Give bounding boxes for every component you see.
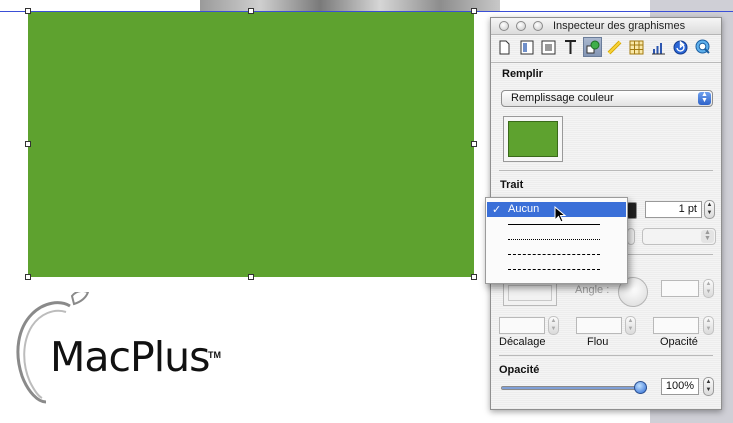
text-icon <box>565 40 576 54</box>
resize-handle-top-left[interactable] <box>25 8 31 14</box>
inspector-title: Inspecteur des graphismes <box>553 20 686 32</box>
fine-dash-line-icon <box>508 254 600 255</box>
toolbar-divider <box>491 62 721 63</box>
logo-trademark: TM <box>208 350 221 360</box>
inspector-titlebar[interactable]: Inspecteur des graphismes <box>491 18 721 35</box>
tool-text[interactable] <box>561 37 580 57</box>
resize-handle-bottom[interactable] <box>248 274 254 280</box>
logo-wordmark: MacPlus <box>50 333 211 381</box>
shadow-angle-stepper[interactable]: ▲ ▼ <box>703 279 714 298</box>
fill-color-well[interactable] <box>503 116 563 162</box>
tool-graphic[interactable] <box>583 37 602 57</box>
document-icon <box>499 40 510 54</box>
inspector-toolbar <box>495 37 719 59</box>
link-icon <box>673 40 688 54</box>
metrics-icon <box>607 40 622 54</box>
mouse-pointer-icon <box>554 206 567 223</box>
minimize-button[interactable] <box>516 21 526 31</box>
selected-rectangle-shape[interactable] <box>28 12 474 277</box>
select-arrows-icon: ▲ ▼ <box>698 91 711 105</box>
section-divider <box>499 355 713 356</box>
fill-section-label: Remplir <box>502 68 543 80</box>
stroke-endpoint-select-disabled: ▲ ▼ <box>642 228 716 245</box>
opacity-slider-fill <box>502 387 646 389</box>
menu-item-dotted-line[interactable] <box>487 232 626 247</box>
fill-type-select[interactable]: Remplissage couleur ▲ ▼ <box>501 90 713 107</box>
shadow-opacity-stepper[interactable]: ▲ ▼ <box>703 316 714 335</box>
menu-item-fine-dash-line[interactable] <box>487 247 626 262</box>
resize-handle-bottom-right[interactable] <box>471 274 477 280</box>
shadow-opacity-label: Opacité <box>660 336 698 348</box>
stroke-pattern-select-disabled <box>627 228 635 245</box>
tool-link[interactable] <box>671 37 690 57</box>
shadow-angle-label: Angle : <box>575 284 610 296</box>
wrap-icon <box>541 40 556 54</box>
tool-table[interactable] <box>627 37 646 57</box>
menu-item-none-label: Aucun <box>508 203 540 215</box>
tool-document[interactable] <box>495 37 514 57</box>
resize-handle-top[interactable] <box>248 8 254 14</box>
opacity-section-label: Opacité <box>499 364 540 376</box>
tool-chart[interactable] <box>649 37 668 57</box>
shadow-blur-field[interactable] <box>576 317 622 334</box>
dashed-line-icon <box>508 269 600 270</box>
table-icon <box>629 40 644 54</box>
shadow-offset-field[interactable] <box>499 317 545 334</box>
tool-wrap[interactable] <box>539 37 558 57</box>
resize-handle-right[interactable] <box>471 141 477 147</box>
resize-handle-bottom-left[interactable] <box>25 274 31 280</box>
dotted-line-icon <box>508 239 600 240</box>
stroke-width-stepper[interactable]: ▲ ▼ <box>704 200 715 219</box>
opacity-slider-thumb[interactable] <box>634 381 647 394</box>
tool-layout[interactable] <box>517 37 536 57</box>
checkmark-icon: ✓ <box>492 204 502 216</box>
resize-handle-top-right[interactable] <box>471 8 477 14</box>
resize-handle-left[interactable] <box>25 141 31 147</box>
zoom-button[interactable] <box>533 21 543 31</box>
fill-color-swatch <box>508 121 558 157</box>
opacity-value-field[interactable]: 100% <box>661 378 699 395</box>
opacity-slider-track[interactable] <box>501 386 647 390</box>
shadow-opacity-field[interactable] <box>653 317 699 334</box>
stroke-section-label: Trait <box>500 179 524 191</box>
quicktime-icon <box>695 39 710 54</box>
select-arrows-icon: ▲ ▼ <box>701 229 714 243</box>
stroke-width-field[interactable]: 1 pt <box>645 201 702 218</box>
shadow-blur-label: Flou <box>587 336 609 348</box>
tool-quicktime[interactable] <box>693 37 712 57</box>
layout-icon <box>520 40 533 54</box>
opacity-stepper[interactable]: ▲ ▼ <box>703 377 714 396</box>
menu-item-dashed-line[interactable] <box>487 262 626 277</box>
shadow-offset-stepper[interactable]: ▲ ▼ <box>548 316 559 335</box>
chart-icon <box>652 42 665 54</box>
shadow-angle-field[interactable] <box>661 280 699 297</box>
solid-line-icon <box>508 224 600 225</box>
section-divider <box>499 170 713 171</box>
shadow-blur-stepper[interactable]: ▲ ▼ <box>625 316 636 335</box>
tool-metrics[interactable] <box>605 37 624 57</box>
close-button[interactable] <box>499 21 509 31</box>
stroke-color-well[interactable] <box>627 202 637 219</box>
fill-type-value: Remplissage couleur <box>511 92 614 104</box>
shadow-offset-label: Décalage <box>499 336 546 348</box>
graphic-icon <box>586 40 600 53</box>
